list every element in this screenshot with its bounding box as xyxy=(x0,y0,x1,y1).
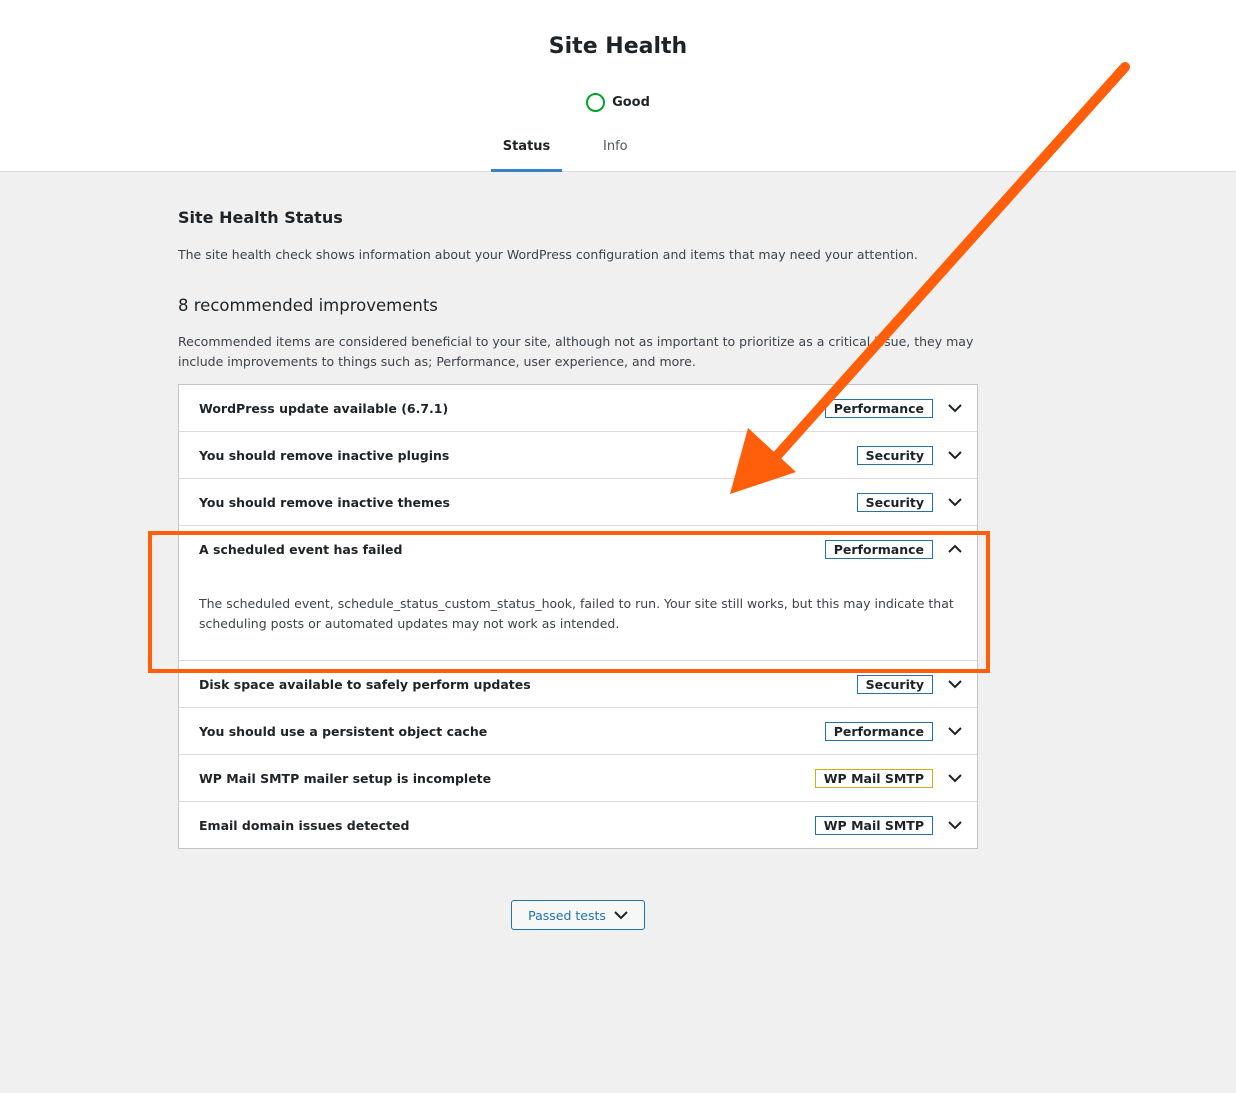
page-title: Site Health xyxy=(548,34,688,59)
chevron-down-icon[interactable] xyxy=(947,770,963,786)
status-label: Good xyxy=(612,95,650,110)
chevron-down-icon[interactable] xyxy=(947,723,963,739)
issue-title: You should use a persistent object cache xyxy=(199,723,488,739)
issue-item: WP Mail SMTP mailer setup is incomplete W… xyxy=(179,755,977,802)
issue-badge: Security xyxy=(856,445,933,465)
issue-title: You should remove inactive themes xyxy=(199,494,450,510)
chevron-up-icon[interactable] xyxy=(947,541,963,557)
status-ring-icon xyxy=(586,93,606,112)
issue-title: Disk space available to safely perform u… xyxy=(199,676,531,692)
chevron-down-icon[interactable] xyxy=(947,400,963,416)
page-header: Site Health Good Status Info xyxy=(0,0,1236,172)
issue-item: A scheduled event has failed Performance T… xyxy=(179,526,977,661)
chevron-down-icon[interactable] xyxy=(947,817,963,833)
issue-title: WP Mail SMTP mailer setup is incomplete xyxy=(199,770,492,786)
issue-title: WordPress update available (6.7.1) xyxy=(199,400,449,416)
issue-item: You should remove inactive plugins Securi… xyxy=(179,432,977,479)
tab-bar: Status Info xyxy=(491,130,628,172)
issue-badge: WP Mail SMTP xyxy=(814,768,933,788)
issue-badge: Performance xyxy=(824,398,933,418)
issue-title: You should remove inactive plugins xyxy=(199,447,450,463)
issue-badge: WP Mail SMTP xyxy=(814,815,933,835)
issue-item: You should use a persistent object cache… xyxy=(179,708,977,755)
issue-toggle[interactable]: You should use a persistent object cache… xyxy=(179,708,977,754)
section-description: The site health check shows information … xyxy=(178,247,918,262)
improvements-description: Recommended items are considered benefic… xyxy=(178,334,974,369)
issue-item: Email domain issues detected WP Mail SMTP xyxy=(179,802,977,848)
tab-info[interactable]: Info xyxy=(603,130,628,172)
issue-item: Disk space available to safely perform u… xyxy=(179,661,977,708)
issue-toggle[interactable]: You should remove inactive plugins Securi… xyxy=(179,432,977,478)
health-status: Good xyxy=(0,93,1236,112)
issue-toggle[interactable]: A scheduled event has failed Performance xyxy=(179,526,977,572)
issue-badge: Performance xyxy=(824,721,933,741)
passed-tests-label: Passed tests xyxy=(528,907,606,923)
issue-badge: Performance xyxy=(824,539,933,559)
improvements-heading: 8 recommended improvements xyxy=(178,296,438,315)
issue-toggle[interactable]: WP Mail SMTP mailer setup is incomplete W… xyxy=(179,755,977,801)
chevron-down-icon[interactable] xyxy=(947,676,963,692)
issue-item: You should remove inactive themes Securit… xyxy=(179,479,977,526)
issue-title: Email domain issues detected xyxy=(199,817,410,833)
chevron-down-icon xyxy=(614,911,628,920)
chevron-down-icon[interactable] xyxy=(947,494,963,510)
passed-tests-button[interactable]: Passed tests xyxy=(511,900,645,930)
chevron-down-icon[interactable] xyxy=(947,447,963,463)
issue-badge: Security xyxy=(856,492,933,512)
issue-toggle[interactable]: You should remove inactive themes Securit… xyxy=(179,479,977,525)
issue-title: A scheduled event has failed xyxy=(199,541,403,557)
issue-accordion: WordPress update available (6.7.1) Perfor… xyxy=(178,384,978,849)
issue-toggle[interactable]: WordPress update available (6.7.1) Perfor… xyxy=(179,385,977,431)
issue-description: The scheduled event, schedule_status_cus… xyxy=(199,596,954,631)
issue-toggle[interactable]: Disk space available to safely perform u… xyxy=(179,661,977,707)
issue-item: WordPress update available (6.7.1) Perfor… xyxy=(179,385,977,432)
issue-toggle[interactable]: Email domain issues detected WP Mail SMTP xyxy=(179,802,977,848)
section-title: Site Health Status xyxy=(178,208,343,227)
tab-status[interactable]: Status xyxy=(491,130,562,172)
issue-badge: Security xyxy=(856,674,933,694)
